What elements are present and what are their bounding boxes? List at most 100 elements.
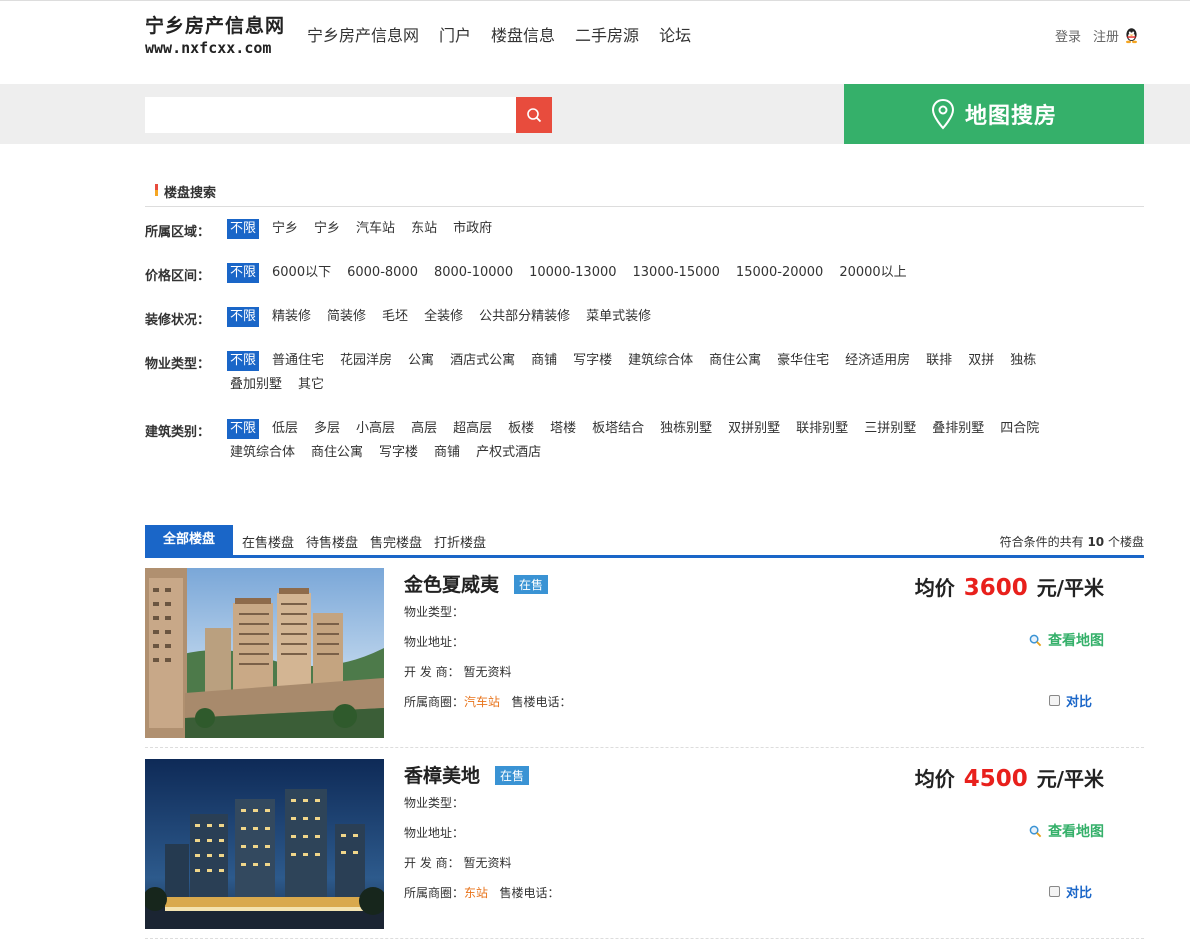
filter-option[interactable]: 叠加别墅 [227, 375, 285, 395]
filter-option[interactable]: 双拼 [965, 351, 997, 371]
login-link[interactable]: 登录 [1055, 26, 1081, 45]
tab-pending[interactable]: 待售楼盘 [306, 532, 358, 551]
filter-option[interactable]: 6000以下 [269, 263, 334, 283]
area-value[interactable]: 东站 [464, 886, 488, 900]
nav-home[interactable]: 宁乡房产信息网 [307, 22, 419, 46]
filter-option[interactable]: 独栋 [1007, 351, 1039, 371]
view-map-link[interactable]: 查看地图 [1029, 821, 1104, 841]
count-suffix: 个楼盘 [1107, 535, 1144, 549]
price-prefix: 均价 [914, 767, 955, 791]
filter-option[interactable]: 不限 [227, 351, 260, 371]
filter-option[interactable]: 普通住宅 [269, 351, 327, 371]
filter-option[interactable]: 10000-13000 [526, 263, 619, 283]
filter-option[interactable]: 不限 [227, 219, 260, 239]
qq-penguin-icon[interactable] [1123, 27, 1140, 44]
search-band: 地图搜房 [0, 84, 1190, 144]
filter-option[interactable]: 小高层 [353, 419, 398, 439]
filter-option[interactable]: 6000-8000 [344, 263, 421, 283]
nav-second-hand[interactable]: 二手房源 [575, 22, 639, 46]
tab-sold-out[interactable]: 售完楼盘 [370, 532, 422, 551]
filter-option[interactable]: 写字楼 [570, 351, 615, 371]
filter-option[interactable]: 低层 [269, 419, 301, 439]
filter-option[interactable]: 商住公寓 [706, 351, 764, 371]
site-logo[interactable]: 宁乡房产信息网 www.nxfcxx.com [145, 11, 285, 57]
nav-portal[interactable]: 门户 [439, 22, 471, 46]
filter-option[interactable]: 写字楼 [376, 443, 421, 463]
filter-option[interactable]: 建筑综合体 [625, 351, 696, 371]
filter-option[interactable]: 13000-15000 [630, 263, 723, 283]
price-value: 3600 [963, 575, 1028, 601]
filter-option[interactable]: 市政府 [450, 219, 495, 239]
compare-checkbox[interactable] [1048, 695, 1060, 706]
filter-option[interactable]: 塔楼 [547, 419, 579, 439]
listing-photo[interactable] [145, 759, 384, 929]
tab-discount[interactable]: 打折楼盘 [434, 532, 486, 551]
view-map-label: 查看地图 [1048, 633, 1104, 649]
filter-option[interactable]: 花园洋房 [337, 351, 395, 371]
nav-forum[interactable]: 论坛 [659, 22, 691, 46]
filter-option[interactable]: 叠排别墅 [929, 419, 987, 439]
filter-option[interactable]: 产权式酒店 [473, 443, 544, 463]
map-search-button[interactable]: 地图搜房 [844, 84, 1144, 144]
filter-option[interactable]: 毛坯 [379, 307, 411, 327]
filter-option[interactable]: 汽车站 [353, 219, 398, 239]
area-value[interactable]: 汽车站 [464, 695, 500, 709]
filter-option[interactable]: 商住公寓 [308, 443, 366, 463]
filter-option[interactable]: 20000以上 [836, 263, 909, 283]
filter-option[interactable]: 酒店式公寓 [447, 351, 518, 371]
filter-option[interactable]: 四合院 [997, 419, 1042, 439]
filter-option[interactable]: 高层 [408, 419, 440, 439]
register-link[interactable]: 注册 [1093, 26, 1119, 45]
nav-property-info[interactable]: 楼盘信息 [491, 22, 555, 46]
filter-option[interactable]: 独栋别墅 [657, 419, 715, 439]
count-number: 10 [1087, 535, 1105, 549]
filter-option[interactable]: 建筑综合体 [227, 443, 298, 463]
address-label: 物业地址： [404, 635, 465, 649]
map-search-label: 地图搜房 [964, 104, 1057, 129]
address-row: 物业地址： [404, 633, 464, 650]
filter-option[interactable]: 精装修 [269, 307, 314, 327]
filter-options: 不限 6000以下 6000-8000 8000-10000 10000-130… [227, 263, 1127, 287]
listing-name[interactable]: 香樟美地 [404, 761, 480, 788]
filter-option[interactable]: 三拼别墅 [861, 419, 919, 439]
price-prefix: 均价 [914, 576, 955, 600]
filter-option[interactable]: 15000-20000 [733, 263, 826, 283]
filter-option[interactable]: 超高层 [450, 419, 495, 439]
filter-option[interactable]: 简装修 [324, 307, 369, 327]
filter-option[interactable]: 联排别墅 [793, 419, 851, 439]
compare-checkbox[interactable] [1048, 886, 1060, 897]
filter-option[interactable]: 宁乡 [269, 219, 301, 239]
filter-option[interactable]: 板塔结合 [589, 419, 647, 439]
filter-option[interactable]: 豪华住宅 [774, 351, 832, 371]
price-block: 均价 3600 元/平米 [915, 572, 1104, 601]
filter-option[interactable]: 公共部分精装修 [476, 307, 573, 327]
search-button[interactable] [516, 97, 552, 133]
compare-toggle[interactable]: 对比 [1048, 882, 1092, 901]
filter-option[interactable]: 商铺 [431, 443, 463, 463]
filter-option[interactable]: 公寓 [405, 351, 437, 371]
filter-option[interactable]: 其它 [295, 375, 327, 395]
filter-option[interactable]: 多层 [311, 419, 343, 439]
top-header: 宁乡房产信息网 www.nxfcxx.com 宁乡房产信息网 门户 楼盘信息 二… [0, 0, 1190, 84]
filter-option[interactable]: 不限 [227, 419, 260, 439]
filter-option[interactable]: 板楼 [505, 419, 537, 439]
listing-photo[interactable] [145, 568, 384, 738]
filter-option[interactable]: 全装修 [421, 307, 466, 327]
filter-option[interactable]: 宁乡 [311, 219, 343, 239]
filter-option[interactable]: 经济适用房 [842, 351, 913, 371]
filter-option[interactable]: 联排 [923, 351, 955, 371]
filter-option[interactable]: 8000-10000 [431, 263, 516, 283]
search-input[interactable] [145, 97, 516, 133]
address-label: 物业地址： [404, 826, 465, 840]
tab-all[interactable]: 全部楼盘 [145, 525, 233, 555]
view-map-link[interactable]: 查看地图 [1029, 630, 1104, 650]
filter-option[interactable]: 不限 [227, 307, 260, 327]
filter-option[interactable]: 菜单式装修 [583, 307, 654, 327]
filter-option[interactable]: 不限 [227, 263, 260, 283]
filter-option[interactable]: 东站 [408, 219, 440, 239]
filter-option[interactable]: 双拼别墅 [725, 419, 783, 439]
compare-toggle[interactable]: 对比 [1048, 691, 1092, 710]
filter-option[interactable]: 商铺 [528, 351, 560, 371]
tab-on-sale[interactable]: 在售楼盘 [242, 532, 294, 551]
listing-name[interactable]: 金色夏威夷 [404, 570, 499, 597]
